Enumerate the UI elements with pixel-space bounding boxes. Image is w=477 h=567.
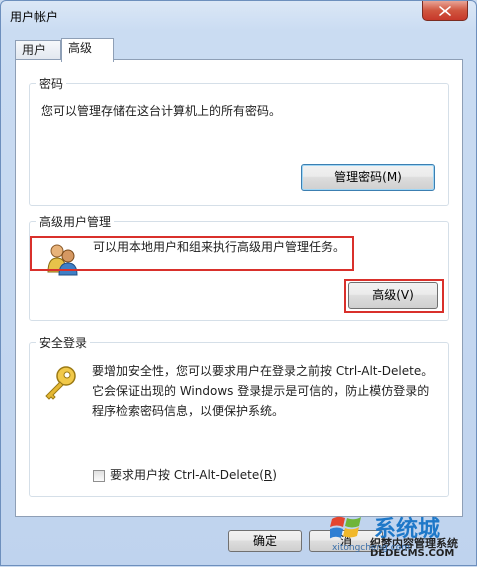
password-group-title: 密码: [36, 75, 67, 92]
close-icon: [439, 5, 451, 16]
require-ctrl-alt-delete-label[interactable]: 要求用户按 Ctrl-Alt-Delete(R): [110, 465, 277, 485]
secure-group-title: 安全登录: [36, 334, 91, 351]
key-icon: [42, 365, 78, 404]
ok-button[interactable]: 确定: [228, 530, 302, 552]
advanced-group-title: 高级用户管理: [36, 213, 115, 230]
tab-panel: 密码 您可以管理存储在这台计算机上的所有密码。 管理密码(M) 高级用户管理 可…: [15, 59, 463, 517]
require-ctrl-alt-delete-checkbox[interactable]: [93, 470, 105, 482]
close-button[interactable]: [422, 1, 468, 21]
manage-passwords-button[interactable]: 管理密码(M): [301, 164, 435, 191]
tab-advanced[interactable]: 高级: [61, 38, 114, 62]
watermark-line3: xitongcheng.com: [332, 543, 410, 553]
windows-logo-icon: [330, 516, 361, 539]
password-description: 您可以管理存储在这台计算机上的所有密码。: [41, 104, 282, 118]
annotation-box-description: [30, 236, 354, 271]
password-group: 密码 您可以管理存储在这台计算机上的所有密码。 管理密码(M): [29, 75, 449, 206]
tab-users[interactable]: 用户: [15, 40, 61, 60]
secure-logon-group: 安全登录 要增加安全性，您可以要求用户在登录之前按 Ctrl-Alt-Delet…: [29, 334, 449, 497]
window: 用户帐户 用户 高级 密码 您可以管理存储在这台计算机上的所有密码。 管理密码(…: [0, 0, 477, 566]
secure-description-line3: 程序检索密码信息，以便保护系统。: [92, 404, 285, 418]
secure-description-line1: 要增加安全性，您可以要求用户在登录之前按 Ctrl-Alt-Delete。: [92, 364, 434, 378]
watermark: 系统城 织梦内容管理系统 DEDECMS.COM xitongcheng.com: [326, 513, 477, 567]
secure-description-line2: 它会保证出现的 Windows 登录提示是可信的，防止模仿登录的: [92, 384, 430, 398]
window-title: 用户帐户: [10, 10, 59, 24]
annotation-box-button: [344, 279, 444, 313]
